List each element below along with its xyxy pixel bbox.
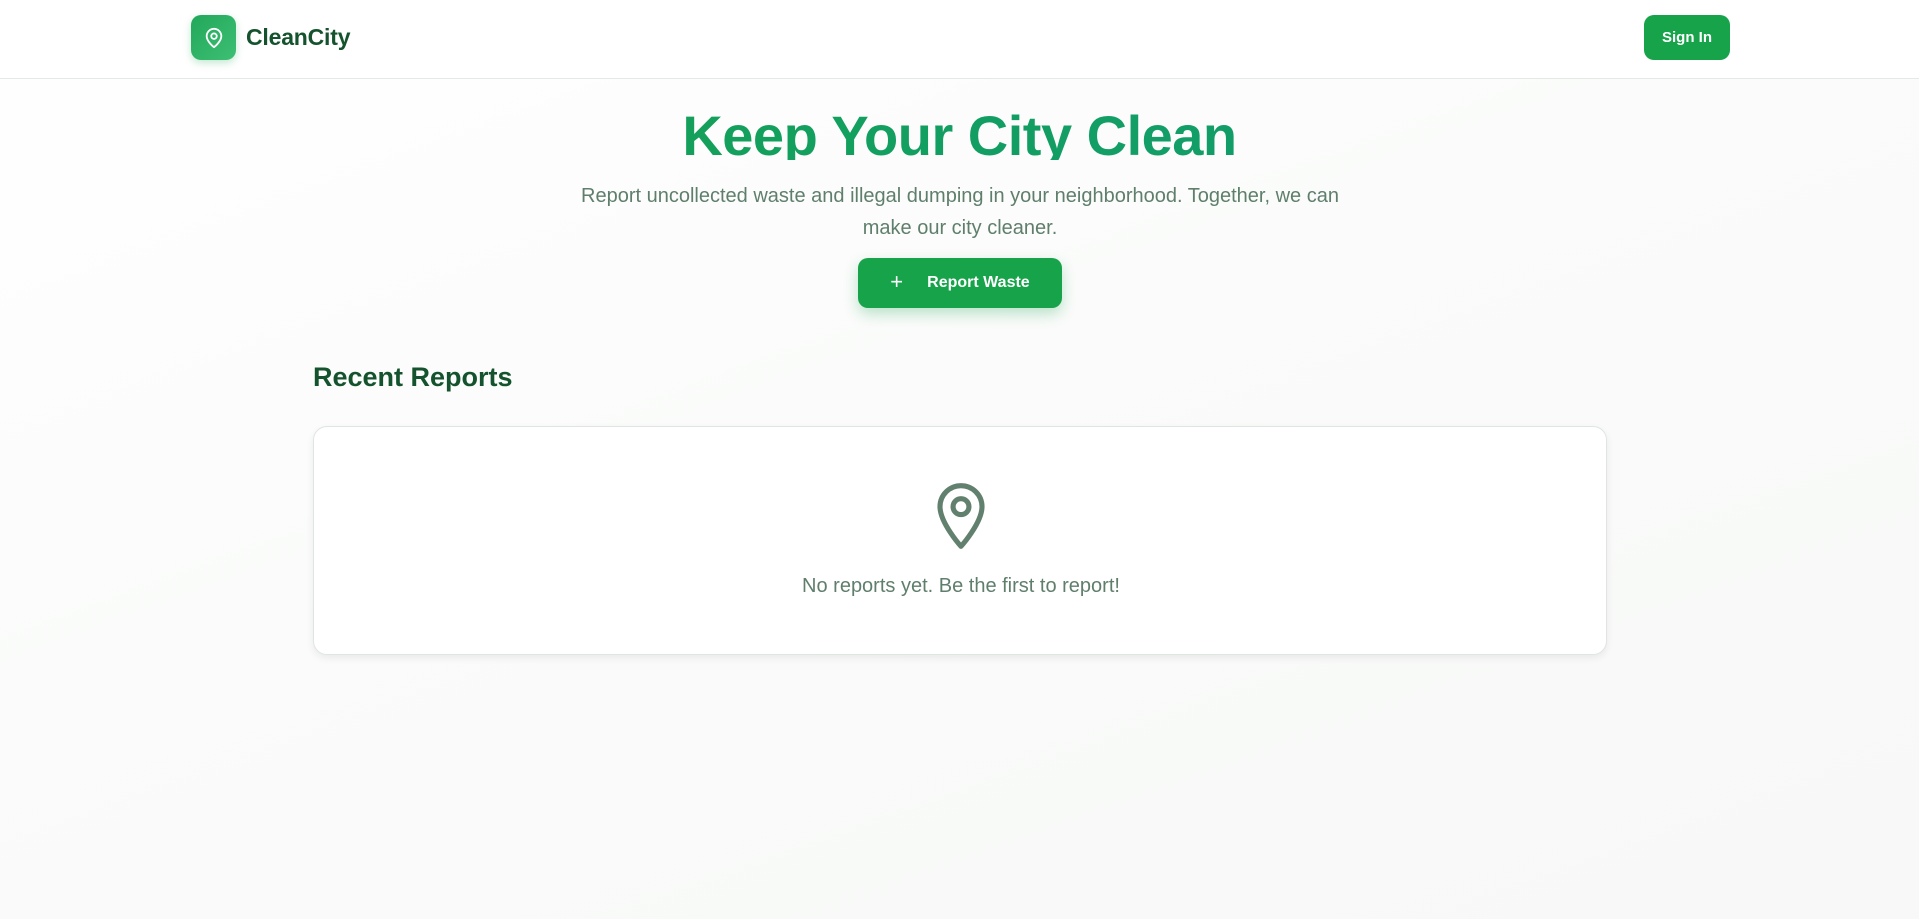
recent-reports-heading: Recent Reports xyxy=(313,362,513,392)
plus-icon: + xyxy=(890,269,904,294)
brand-name: CleanCity xyxy=(246,24,351,50)
report-waste-button[interactable]: + Report Waste xyxy=(858,258,1062,308)
hero-subtitle: Report uncollected waste and illegal dum… xyxy=(581,185,1339,239)
map-pin-icon xyxy=(937,483,985,549)
empty-state-message: No reports yet. Be the first to report! xyxy=(802,575,1120,597)
reports-empty-state: No reports yet. Be the first to report! xyxy=(313,426,1607,655)
top-navbar: CleanCity Sign In xyxy=(0,0,1919,79)
hero-title: Keep Your City Clean xyxy=(0,96,1919,160)
map-pin-icon xyxy=(191,15,236,60)
report-waste-label: Report Waste xyxy=(927,274,1030,291)
brand-logo-link[interactable]: CleanCity xyxy=(191,15,350,60)
sign-in-button[interactable]: Sign In xyxy=(1644,15,1730,60)
